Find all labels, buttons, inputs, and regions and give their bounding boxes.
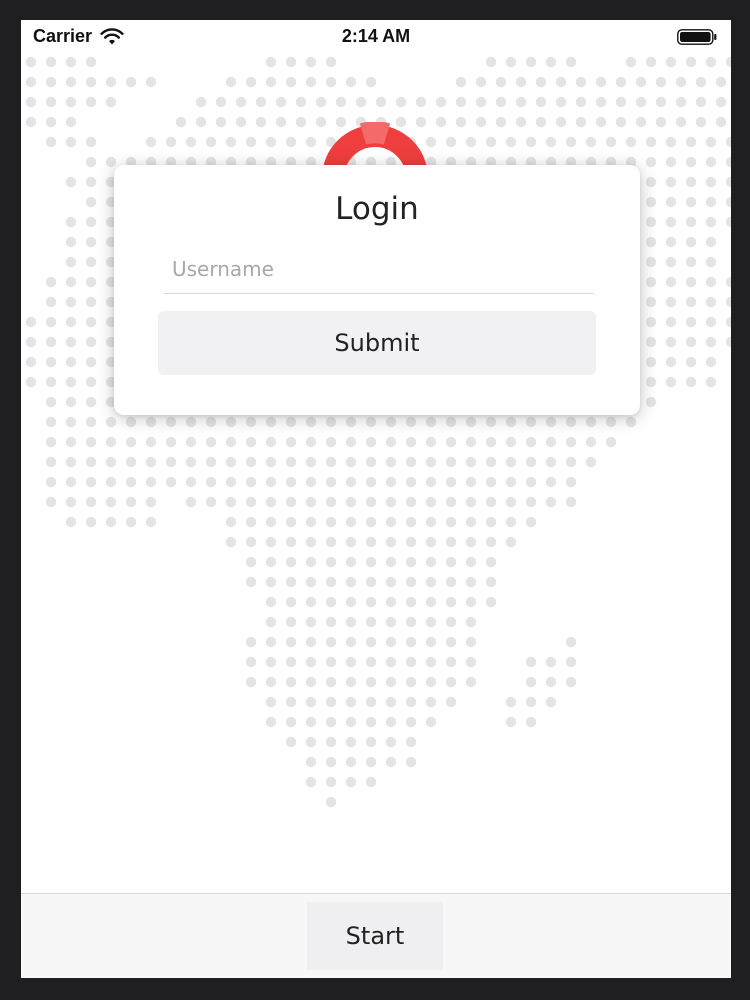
submit-button[interactable]: Submit	[158, 311, 596, 375]
login-title: Login	[335, 191, 419, 227]
login-card: Login Submit	[114, 165, 640, 415]
status-bar: Carrier 2:14 AM	[21, 20, 731, 54]
username-input[interactable]	[164, 247, 594, 291]
battery-icon	[677, 29, 717, 45]
username-field	[164, 247, 594, 294]
bottom-toolbar: Start	[21, 893, 731, 978]
app-screen: Carrier 2:14 AM Login Submit Start	[21, 20, 731, 978]
status-time: 2:14 AM	[341, 26, 411, 46]
start-button[interactable]: Start	[307, 902, 443, 970]
